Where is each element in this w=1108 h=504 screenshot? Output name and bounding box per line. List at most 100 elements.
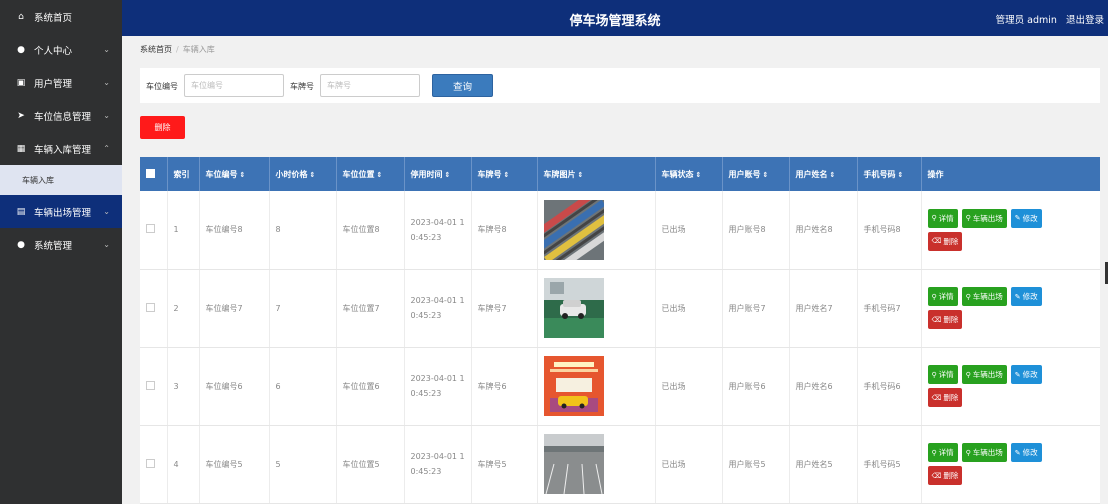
sort-icon[interactable]: ⇕ <box>763 171 769 179</box>
col-header-label: 用户姓名 <box>795 169 828 179</box>
exit-label: 车辆出场 <box>972 292 1003 301</box>
empty-lot-image[interactable] <box>543 434 604 494</box>
edit-button[interactable]: ✎ 修改 <box>1010 287 1042 306</box>
cell-price: 7 <box>269 269 337 348</box>
sort-icon[interactable]: ⇕ <box>445 171 451 179</box>
col-header-label: 车牌图片 <box>543 169 576 179</box>
sort-icon[interactable]: ⇕ <box>240 171 246 179</box>
sidebar-item-vehicle-entry[interactable]: ▦ 车辆入库管理 ⌃ <box>0 132 122 165</box>
app-title: 停车场管理系统 <box>569 14 661 29</box>
col-header-phone[interactable]: 手机号码 ⇕ <box>857 157 922 191</box>
breadcrumb-current: 车辆入库 <box>182 45 215 54</box>
table-header-row: 索引 车位编号 ⇕ 小时价格 ⇕ 车位位置 ⇕ 停用时间 ⇕ 车牌号 ⇕ 车牌图片 ⇕ 车辆… <box>140 157 1100 191</box>
breadcrumb: 系统首页 / 车辆入库 <box>140 44 215 55</box>
sidebar-item-spot-info[interactable]: ➤ 车位信息管理 ⌄ <box>0 99 122 132</box>
breadcrumb-home[interactable]: 系统首页 <box>140 45 172 54</box>
spot-number-label: 车位编号 <box>146 82 178 91</box>
edit-label: 修改 <box>1022 213 1038 223</box>
cell-index: 1 <box>167 191 200 270</box>
checkbox[interactable] <box>146 168 155 178</box>
detail-button[interactable]: ⚲ 详情 <box>927 208 958 228</box>
detail-button[interactable]: ⚲ 详情 <box>927 443 958 462</box>
sort-icon[interactable]: ⇕ <box>310 171 316 179</box>
row-checkbox-cell[interactable] <box>140 269 168 348</box>
checkbox[interactable] <box>146 302 155 312</box>
garage-car-image[interactable] <box>543 278 604 338</box>
search-icon: ⚲ <box>931 214 937 223</box>
col-header-status[interactable]: 车辆状态 ⇕ <box>655 157 723 191</box>
col-header-spot[interactable]: 车位编号 ⇕ <box>199 157 270 191</box>
logout-link[interactable]: 退出登录 <box>1066 15 1104 26</box>
trash-icon: ⌫ <box>931 315 942 324</box>
sidebar-subitem-vehicle-entry[interactable]: 车辆入库 <box>0 165 122 195</box>
detail-button[interactable]: ⚲ 详情 <box>927 287 958 306</box>
vehicle-exit-button[interactable]: ⚲ 车辆出场 <box>961 365 1007 384</box>
col-header-plate[interactable]: 车牌号 ⇕ <box>471 157 538 191</box>
sort-icon[interactable]: ⇕ <box>504 171 510 179</box>
search-icon: ⚲ <box>931 292 937 301</box>
col-header-name[interactable]: 用户姓名 ⇕ <box>789 157 858 191</box>
sort-icon[interactable]: ⇕ <box>578 171 584 179</box>
col-header-plate-image[interactable]: 车牌图片 ⇕ <box>537 157 656 191</box>
col-header-price[interactable]: 小时价格 ⇕ <box>269 157 337 191</box>
col-header-label: 手机号码 <box>863 169 896 179</box>
sort-icon[interactable]: ⇕ <box>898 171 904 179</box>
cell-plate: 车牌号6 <box>471 347 538 426</box>
delete-button[interactable]: ⌫ 删除 <box>927 231 963 251</box>
row-checkbox-cell[interactable] <box>140 347 168 426</box>
col-header-location[interactable]: 车位位置 ⇕ <box>336 157 405 191</box>
select-all-checkbox[interactable] <box>140 157 168 191</box>
sort-icon[interactable]: ⇕ <box>696 171 702 179</box>
cell-phone: 手机号码7 <box>857 269 922 348</box>
delete-button[interactable]: ⌫ 删除 <box>927 388 963 407</box>
search-icon: ⚲ <box>931 370 937 379</box>
batch-delete-button[interactable]: 删除 <box>140 116 185 139</box>
col-header-label: 车位位置 <box>342 169 375 179</box>
edit-button[interactable]: ✎ 修改 <box>1010 443 1042 462</box>
detail-button[interactable]: ⚲ 详情 <box>927 365 958 384</box>
sidebar-item-label: 用户管理 <box>34 78 73 90</box>
row-checkbox-cell[interactable] <box>140 191 168 270</box>
search-icon: ⚲ <box>965 214 971 223</box>
col-header-account[interactable]: 用户账号 ⇕ <box>722 157 790 191</box>
col-header-time[interactable]: 停用时间 ⇕ <box>404 157 472 191</box>
vehicle-exit-button[interactable]: ⚲ 车辆出场 <box>961 287 1007 306</box>
sidebar-item-personal-center[interactable]: ● 个人中心 ⌄ <box>0 33 122 66</box>
delete-label: 删除 <box>943 471 959 480</box>
cell-phone: 手机号码6 <box>857 347 922 426</box>
sidebar-item-vehicle-exit[interactable]: ▤ 车辆出场管理 ⌄ <box>0 195 122 228</box>
edit-icon: ✎ <box>1014 214 1021 223</box>
plate-number-input[interactable] <box>320 74 420 97</box>
checkbox[interactable] <box>146 458 155 468</box>
vehicle-exit-button[interactable]: ⚲ 车辆出场 <box>961 208 1007 228</box>
checkbox[interactable] <box>146 380 155 390</box>
parking-poster-image[interactable] <box>543 356 604 416</box>
table-row: 4 车位编号5 5 车位位置5 2023-04-01 1 0:45:23 车牌号5… <box>140 425 1100 504</box>
spot-number-input[interactable] <box>184 74 284 97</box>
edit-button[interactable]: ✎ 修改 <box>1010 365 1042 384</box>
vehicle-exit-button[interactable]: ⚲ 车辆出场 <box>961 443 1007 462</box>
sidebar-item-user-management[interactable]: ▣ 用户管理 ⌄ <box>0 66 122 99</box>
cell-plate-image <box>537 269 656 348</box>
sidebar-item-home[interactable]: ⌂ 系统首页 <box>0 0 122 33</box>
sidebar-item-label: 个人中心 <box>34 45 73 57</box>
sort-icon[interactable]: ⇕ <box>830 171 836 179</box>
parking-lot-aerial-image[interactable] <box>543 199 604 260</box>
cell-account: 用户账号7 <box>722 269 790 348</box>
detail-label: 详情 <box>938 213 954 223</box>
row-checkbox-cell[interactable] <box>140 425 168 504</box>
chevron-down-icon: ⌄ <box>103 207 110 216</box>
cell-time: 2023-04-01 1 0:45:23 <box>404 347 472 426</box>
sidebar-item-system-management[interactable]: ● 系统管理 ⌄ <box>0 228 122 261</box>
cell-plate-image <box>537 191 656 270</box>
col-header-label: 停用时间 <box>410 169 443 179</box>
delete-button[interactable]: ⌫ 删除 <box>927 310 963 329</box>
delete-button[interactable]: ⌫ 删除 <box>927 466 963 485</box>
query-button[interactable]: 查询 <box>432 74 493 97</box>
time-line-2: 0:45:23 <box>410 467 442 476</box>
search-icon: ⚲ <box>965 370 971 379</box>
checkbox[interactable] <box>146 224 155 234</box>
cell-time: 2023-04-01 1 0:45:23 <box>404 425 472 504</box>
edit-button[interactable]: ✎ 修改 <box>1010 208 1042 228</box>
sort-icon[interactable]: ⇕ <box>377 171 383 179</box>
